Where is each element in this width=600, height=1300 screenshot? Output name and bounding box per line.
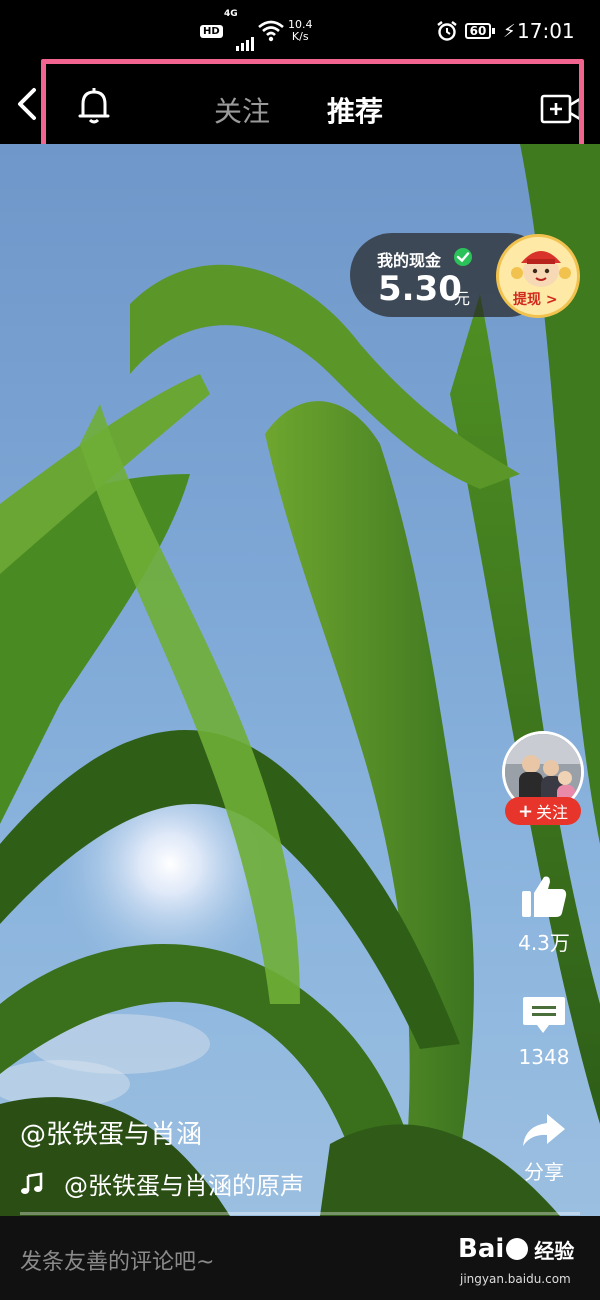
share-arrow-icon	[523, 1114, 565, 1146]
top-nav: 关注 推荐	[0, 62, 600, 150]
watermark-url: jingyan.baidu.com	[460, 1272, 571, 1286]
create-video-button[interactable]	[540, 92, 582, 126]
status-bar: HD 4G 10.4 K/s 60 ⚡ 17:01	[0, 0, 600, 62]
tab-recommend[interactable]: 推荐	[327, 90, 383, 130]
watermark-brand: Bai	[458, 1234, 505, 1264]
chevron-left-icon	[18, 88, 36, 120]
alarm-icon	[436, 0, 458, 62]
like-count: 4.3万	[518, 931, 570, 955]
music-track[interactable]: @张铁蛋与肖涵的原声	[20, 1166, 304, 1201]
cash-label: 我的现金	[377, 251, 442, 270]
music-label: @张铁蛋与肖涵的原声	[64, 1172, 304, 1200]
plus-icon: +	[517, 800, 534, 822]
author-handle[interactable]: @张铁蛋与肖涵	[20, 1114, 202, 1151]
hd-icon: HD	[200, 0, 223, 62]
watermark-suffix: 经验	[534, 1238, 575, 1263]
baidu-jingyan-watermark: Bai 经验 jingyan.baidu.com	[458, 1232, 598, 1292]
clock: 17:01	[517, 19, 575, 43]
cash-unit: 元	[454, 289, 471, 308]
bell-icon	[78, 88, 110, 124]
withdraw-button[interactable]: 提现 >	[496, 234, 580, 318]
network-speed: 10.4 K/s	[288, 18, 313, 43]
comment-bar: 发条友善的评论吧~ Bai 经验 jingyan.baidu.com	[0, 1216, 600, 1300]
withdraw-label: 提现 >	[513, 292, 558, 308]
share-button[interactable]: 分享	[510, 1112, 578, 1185]
verified-check-icon	[454, 248, 472, 266]
video-plus-icon	[540, 94, 582, 124]
follow-button[interactable]: + 关注	[505, 797, 581, 825]
notification-button[interactable]	[76, 86, 112, 126]
share-label: 分享	[524, 1160, 564, 1184]
cash-reward-widget[interactable]: 我的现金 5.30 元 提现 >	[350, 233, 582, 318]
comment-count: 1348	[518, 1045, 570, 1069]
video-progress-bar[interactable]	[20, 1212, 580, 1215]
charging-icon: ⚡	[503, 20, 516, 42]
battery-icon: 60	[465, 0, 495, 62]
thumbs-up-icon	[522, 876, 567, 917]
baidu-paw-icon	[506, 1238, 529, 1260]
cellular-signal-icon: 4G	[224, 9, 254, 51]
tab-following[interactable]: 关注	[214, 90, 270, 130]
like-button[interactable]: 4.3万	[510, 873, 578, 956]
comment-input[interactable]: 发条友善的评论吧~	[20, 1244, 214, 1276]
comment-icon	[523, 997, 565, 1033]
comment-button[interactable]: 1348	[510, 995, 578, 1069]
fortune-mascot-icon	[511, 251, 571, 287]
music-note-icon	[21, 1171, 43, 1194]
follow-label: 关注	[536, 803, 569, 822]
cash-amount: 5.30	[378, 269, 462, 309]
network-type: 4G	[224, 9, 238, 19]
back-button[interactable]	[12, 84, 44, 124]
wifi-icon	[258, 0, 284, 62]
